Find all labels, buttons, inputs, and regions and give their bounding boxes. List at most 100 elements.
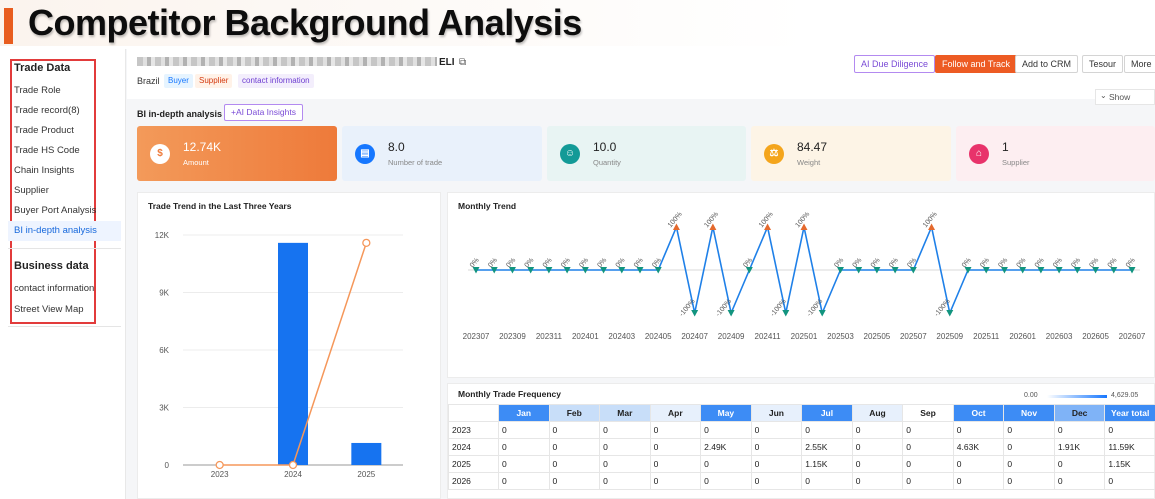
bar [351,442,382,465]
table-cell: 2.49K [700,438,752,456]
x-tick-label: 202503 [827,332,854,341]
table-header-cell: Dec [1053,404,1106,422]
banner: Competitor Background Analysis [0,0,1155,46]
sidebar-section-trade: Trade Data [14,62,71,74]
table-cell: 11.59K [1104,438,1155,456]
table-header-corner [448,404,499,422]
table-cell: 0 [498,421,550,439]
company-name: ELI [439,57,455,68]
table-cell: 0 [1003,472,1055,490]
dollar-icon: $ [150,144,170,164]
sidebar-item-buyer-port[interactable]: Buyer Port Analysis [14,205,96,216]
table-header-row: Jan Feb Mar Apr May Jun Jul Aug Sep Oct Nov Dec Year… [448,404,1155,422]
table-cell: 0 [498,472,550,490]
table-cell: 0 [1104,472,1155,490]
down-marker [782,310,790,317]
monthly-frequency-panel: Monthly Trade Frequency 0.00 4,629.05 Ja… [447,383,1155,499]
contact-tag[interactable]: contact information [238,74,314,88]
table-cell: 0 [649,421,702,439]
tesour-button[interactable]: Tesour [1082,55,1124,73]
table-cell: 0 [649,455,702,473]
sidebar-item-supplier[interactable]: Supplier [14,185,49,196]
show-toggle[interactable]: ⌄ Show [1095,89,1155,105]
add-to-crm-button[interactable]: Add to CRM [1015,55,1079,73]
table-cell: 0 [902,438,954,456]
external-link-icon[interactable]: ⧉ [459,57,466,68]
sidebar-item-trade-hs-code[interactable]: Trade HS Code [14,145,80,156]
banner-accent [4,8,13,44]
ai-due-diligence-button[interactable]: AI Due Diligence [854,55,936,73]
stat-card-supplier: ⌂ 1 Supplier [956,126,1155,181]
table-cell: 0 [750,472,803,490]
table-cell: 0 [851,421,904,439]
more-button[interactable]: More [1124,55,1155,73]
sidebar-item-trade-role[interactable]: Trade Role [14,85,61,96]
table-cell: 0 [750,438,803,456]
y-tick-label: 0 [165,461,170,470]
x-tick-label: 202309 [499,332,526,341]
down-marker [946,310,954,317]
table-cell: 0 [548,472,601,490]
stat-label: Amount [183,158,209,167]
legend-min: 0.00 [1024,392,1038,399]
stat-card-quantity: ☺ 10.0 Quantity [547,126,746,181]
sidebar-item-trade-record[interactable]: Trade record(8) [14,105,80,116]
sidebar-section-business: Business data [14,260,89,272]
table-cell: 0 [801,421,853,439]
sidebar: Trade Data Trade Role Trade record(8) Tr… [0,49,126,499]
table-cell: 0 [750,455,803,473]
sidebar-item-bi-analysis[interactable]: BI in-depth analysis [8,221,121,241]
table-cell: 0 [952,472,1005,490]
table-header-cell: Nov [1003,404,1055,422]
x-tick-label: 202607 [1119,332,1146,341]
sidebar-item-trade-product[interactable]: Trade Product [14,125,74,136]
table-cell: 0 [599,455,651,473]
table-row: 2026 0 0 0 0 0 0 0 0 0 0 0 0 0 [448,472,1155,490]
down-marker [818,310,826,317]
table-header-cell: Sep [902,404,954,422]
table-cell: 0 [902,472,954,490]
y-tick-label: 3K [159,404,169,413]
sidebar-item-street-view[interactable]: Street View Map [14,304,84,315]
x-tick-label: 202407 [681,332,708,341]
table-row: 2023 0 0 0 0 0 0 0 0 0 0 0 0 0 [448,421,1155,439]
app-window: Trade Data Trade Role Trade record(8) Tr… [0,49,1155,499]
x-tick-label: 202409 [718,332,745,341]
x-tick-label: 202511 [973,332,1000,341]
person-icon: ☺ [560,144,580,164]
x-tick-label: 202501 [791,332,818,341]
follow-track-button[interactable]: Follow and Track [935,55,1018,73]
table-header-cell: Feb [548,404,601,422]
table-cell: 2.55K [801,438,853,456]
sidebar-item-chain-insights[interactable]: Chain Insights [14,165,74,176]
stat-value: 1 [1002,140,1009,154]
table-cell: 0 [599,421,651,439]
ai-data-insights-button[interactable]: +AI Data Insights [224,104,303,121]
table-cell: 0 [700,455,752,473]
table-cell: 0 [1003,421,1055,439]
y-tick-label: 12K [155,231,170,240]
sidebar-divider [8,326,121,327]
table-cell: 0 [851,472,904,490]
line-point [288,460,298,470]
legend-gradient [1047,395,1107,398]
monthly-frequency-title: Monthly Trade Frequency [458,389,561,399]
x-tick-label: 202307 [463,332,490,341]
table-cell: 0 [498,438,550,456]
table-cell: 0 [649,472,702,490]
table-header-cell: Oct [952,404,1005,422]
line-point [362,238,371,248]
table-cell: 0 [1003,455,1055,473]
table-cell: 0 [1104,421,1155,439]
trade-trend-chart: 0 3K 6K 9K 12K 2023 2024 2025 [155,231,403,479]
sidebar-item-contact[interactable]: contact information [14,283,94,294]
x-tick-label: 202601 [1009,332,1036,341]
chevron-down-icon: ⌄ [1100,91,1107,100]
x-tick-label: 202401 [572,332,599,341]
table-cell: 0 [548,455,601,473]
table-cell: 0 [1003,438,1055,456]
table-row: 2025 0 0 0 0 0 0 1.15K 0 0 0 0 0 1.15K [448,455,1155,473]
banner-title: Competitor Background Analysis [28,2,582,43]
x-tick-label: 202603 [1046,332,1073,341]
stat-label: Weight [797,158,821,167]
